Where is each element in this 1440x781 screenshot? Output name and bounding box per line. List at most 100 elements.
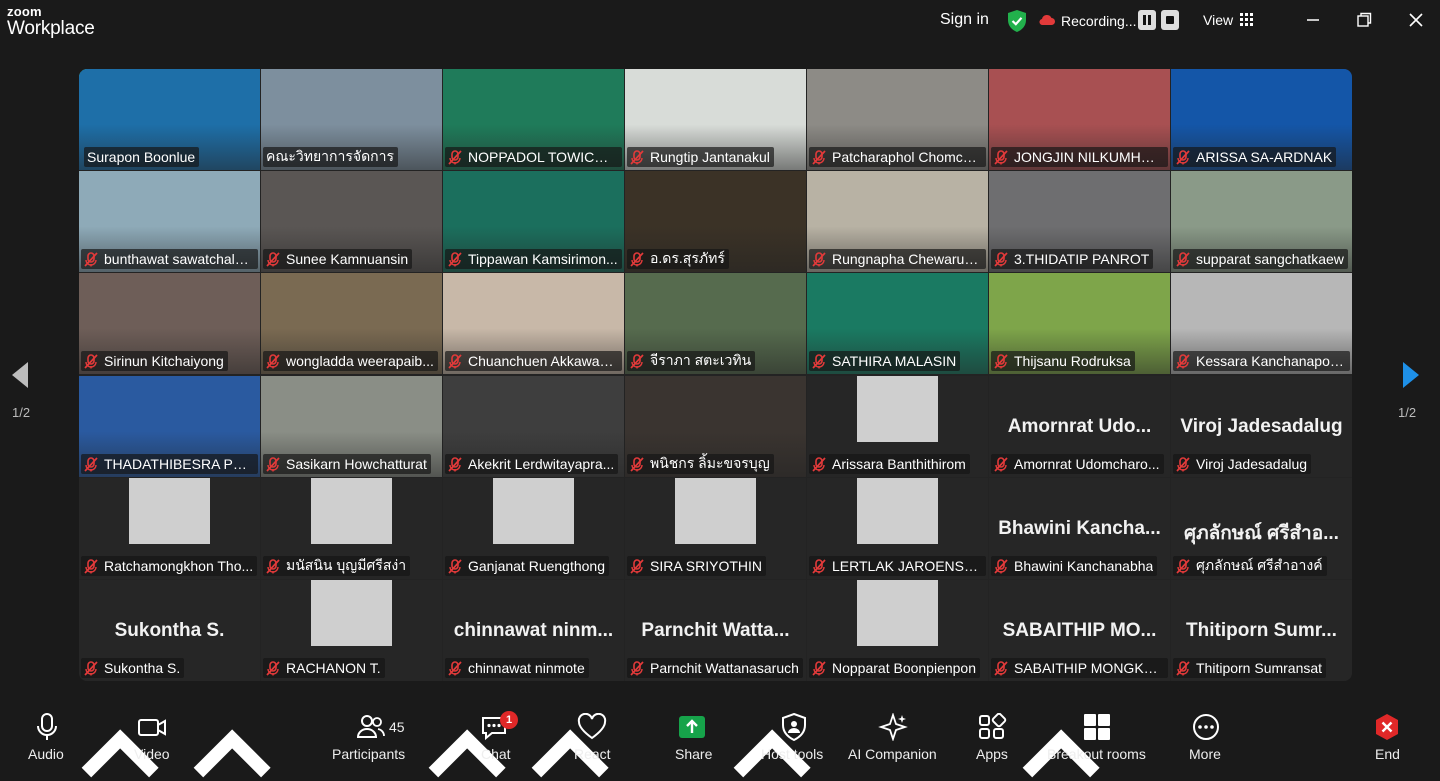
muted-microphone-icon [266,660,280,676]
breakout-rooms-button[interactable]: Breakout rooms [1046,701,1150,762]
participant-tile[interactable]: NOPPADOL TOWICHAI... [443,69,624,170]
participant-tile[interactable]: Amornrat Udo... Amornrat Udomcharo... [989,376,1170,477]
participant-tile[interactable]: SATHIRA MALASIN [807,273,988,374]
host-tools-button[interactable]: Host tools [760,701,830,762]
end-meeting-button[interactable]: End [1372,701,1412,762]
participant-tile[interactable]: Sukontha S. Sukontha S. [79,580,260,681]
participant-tile[interactable]: Sirinun Kitchaiyong [79,273,260,374]
participant-tile[interactable]: อ.ดร.สุรภัทร์ [625,171,806,272]
ai-companion-button[interactable]: AI Companion [847,701,939,762]
close-window-icon[interactable] [1406,10,1426,30]
participant-tile[interactable]: Thitiporn Sumr... Thitiporn Sumransat [1171,580,1352,681]
muted-microphone-icon [994,149,1008,165]
participant-name-label: ศุภลักษณ์ ศรีสำอางค์ [1173,556,1327,576]
muted-microphone-icon [630,558,644,574]
participant-tile[interactable]: จีราภา สตะเวทิน [625,273,806,374]
view-grid-icon[interactable] [1240,13,1253,26]
participant-tile[interactable]: 3.THIDATIP PANROT [989,171,1170,272]
participant-tile[interactable]: ศุภลักษณ์ ศรีสำอ... ศุภลักษณ์ ศรีสำอางค์ [1171,478,1352,579]
participant-tile[interactable]: Ratchamongkhon Tho... [79,478,260,579]
next-page-arrow-icon[interactable] [1400,360,1422,390]
video-button[interactable]: Video [134,701,194,762]
video-options-caret-icon[interactable] [190,722,274,781]
muted-microphone-icon [812,660,826,676]
participant-tile[interactable]: THADATHIBESRA PHU... [79,376,260,477]
apps-button[interactable]: Apps [976,701,1016,762]
participant-tile[interactable]: JONGJIN NILKUMHAE... [989,69,1170,170]
participant-name-label: bunthawat sawatchalo... [81,249,258,269]
react-button[interactable]: React [574,701,614,762]
participant-name-label: คณะวิทยาการจัดการ [263,147,399,167]
participant-tile[interactable]: Arissara Banthithirom [807,376,988,477]
sign-in-link[interactable]: Sign in [940,11,989,29]
participant-display-name: Parnchit Watta... [641,620,790,641]
meeting-toolbar: Audio Video 45 Participants Chat 1 React… [0,701,1440,778]
chat-button[interactable]: Chat [480,701,520,762]
muted-microphone-icon [812,251,826,267]
muted-microphone-icon [448,149,462,165]
participant-name-label: supparat sangchatkaew [1173,249,1348,269]
participant-name: มนัสนิน บุญมีศรีสง่า [286,557,407,573]
share-button[interactable]: Share [674,701,714,762]
participant-tile[interactable]: Nopparat Boonpienpon [807,580,988,681]
participant-tile[interactable]: พนิชกร ลิ้มะขจรบุญ [625,376,806,477]
participant-tile[interactable]: Surapon Boonlue [79,69,260,170]
logo-top-text: zoom [7,4,42,19]
participant-tile[interactable]: Akekrit Lerdwitayapra... [443,376,624,477]
participant-tile[interactable]: chinnawat ninm... chinnawat ninmote [443,580,624,681]
participant-tile[interactable]: มนัสนิน บุญมีศรีสง่า [261,478,442,579]
participant-tile[interactable]: Kessara Kanchanapoom [1171,273,1352,374]
participant-tile[interactable]: Chuanchuen Akkawan... [443,273,624,374]
muted-microphone-icon [994,251,1008,267]
participant-tile[interactable]: RACHANON T. [261,580,442,681]
muted-microphone-icon [266,456,280,472]
participant-tile[interactable]: Viroj Jadesadalug Viroj Jadesadalug [1171,376,1352,477]
muted-microphone-icon [1176,353,1190,369]
page-indicator-left: 1/2 [12,405,31,420]
participant-tile[interactable]: bunthawat sawatchalo... [79,171,260,272]
participant-tile[interactable]: Tippawan Kamsirimon... [443,171,624,272]
pause-recording-button[interactable] [1138,10,1156,30]
participant-tile[interactable]: Rungtip Jantanakul [625,69,806,170]
video-gallery-grid: Surapon Boonlue คณะวิทยาการจัดการ NOPPADOL… [79,69,1352,681]
participant-tile[interactable]: supparat sangchatkaew [1171,171,1352,272]
participant-name: ศุภลักษณ์ ศรีสำอางค์ [1196,557,1323,573]
participants-button[interactable]: 45 Participants [332,701,412,762]
participant-tile[interactable]: Thijsanu Rodruksa [989,273,1170,374]
participant-name-label: พนิชกร ลิ้มะขจรบุญ [627,454,774,474]
participant-tile[interactable]: SABAITHIP MO... SABAITHIP MONGKOLI... [989,580,1170,681]
participant-tile[interactable]: Patcharaphol Chomch... [807,69,988,170]
recording-status[interactable]: Recording... [1061,13,1136,29]
microphone-icon [37,713,57,740]
participant-tile[interactable]: LERTLAK JAROENSOM... [807,478,988,579]
logo-bottom-text: Workplace [7,18,95,39]
participant-name-label: Sirinun Kitchaiyong [81,351,228,371]
minimize-icon[interactable] [1303,10,1323,30]
participant-tile[interactable]: Rungnapha Chewarus... [807,171,988,272]
participant-tile[interactable]: Sunee Kamnuansin [261,171,442,272]
participant-tile[interactable]: Bhawini Kancha... Bhawini Kanchanabha [989,478,1170,579]
participant-tile[interactable]: ARISSA SA-ARDNAK [1171,69,1352,170]
stop-recording-button[interactable] [1161,10,1179,30]
participant-tile[interactable]: SIRA SRIYOTHIN [625,478,806,579]
more-button[interactable]: More [1188,701,1228,762]
participant-name: RACHANON T. [286,660,381,676]
participant-tile[interactable]: wongladda weerapaib... [261,273,442,374]
encryption-shield-icon[interactable] [1006,9,1028,33]
participant-tile[interactable]: Sasikarn Howchatturat [261,376,442,477]
view-menu[interactable]: View [1203,12,1233,28]
participant-tile[interactable]: คณะวิทยาการจัดการ [261,69,442,170]
participant-tile[interactable]: Parnchit Watta... Parnchit Wattanasaruch [625,580,806,681]
previous-page-arrow-icon[interactable] [9,360,31,390]
participant-name-label: Rungtip Jantanakul [627,147,774,167]
more-dots-icon [1193,714,1219,740]
participant-name-label: Thitiporn Sumransat [1173,658,1327,678]
restore-window-icon[interactable] [1354,10,1374,30]
participant-tile[interactable]: Ganjanat Ruengthong [443,478,624,579]
participant-profile-photo [493,478,574,544]
participant-name: Chuanchuen Akkawan... [468,353,618,369]
participant-name-label: THADATHIBESRA PHU... [81,454,258,474]
participant-display-name: Bhawini Kancha... [998,518,1161,539]
participant-display-name: chinnawat ninm... [453,620,614,641]
participant-name-label: Ratchamongkhon Tho... [81,556,258,576]
